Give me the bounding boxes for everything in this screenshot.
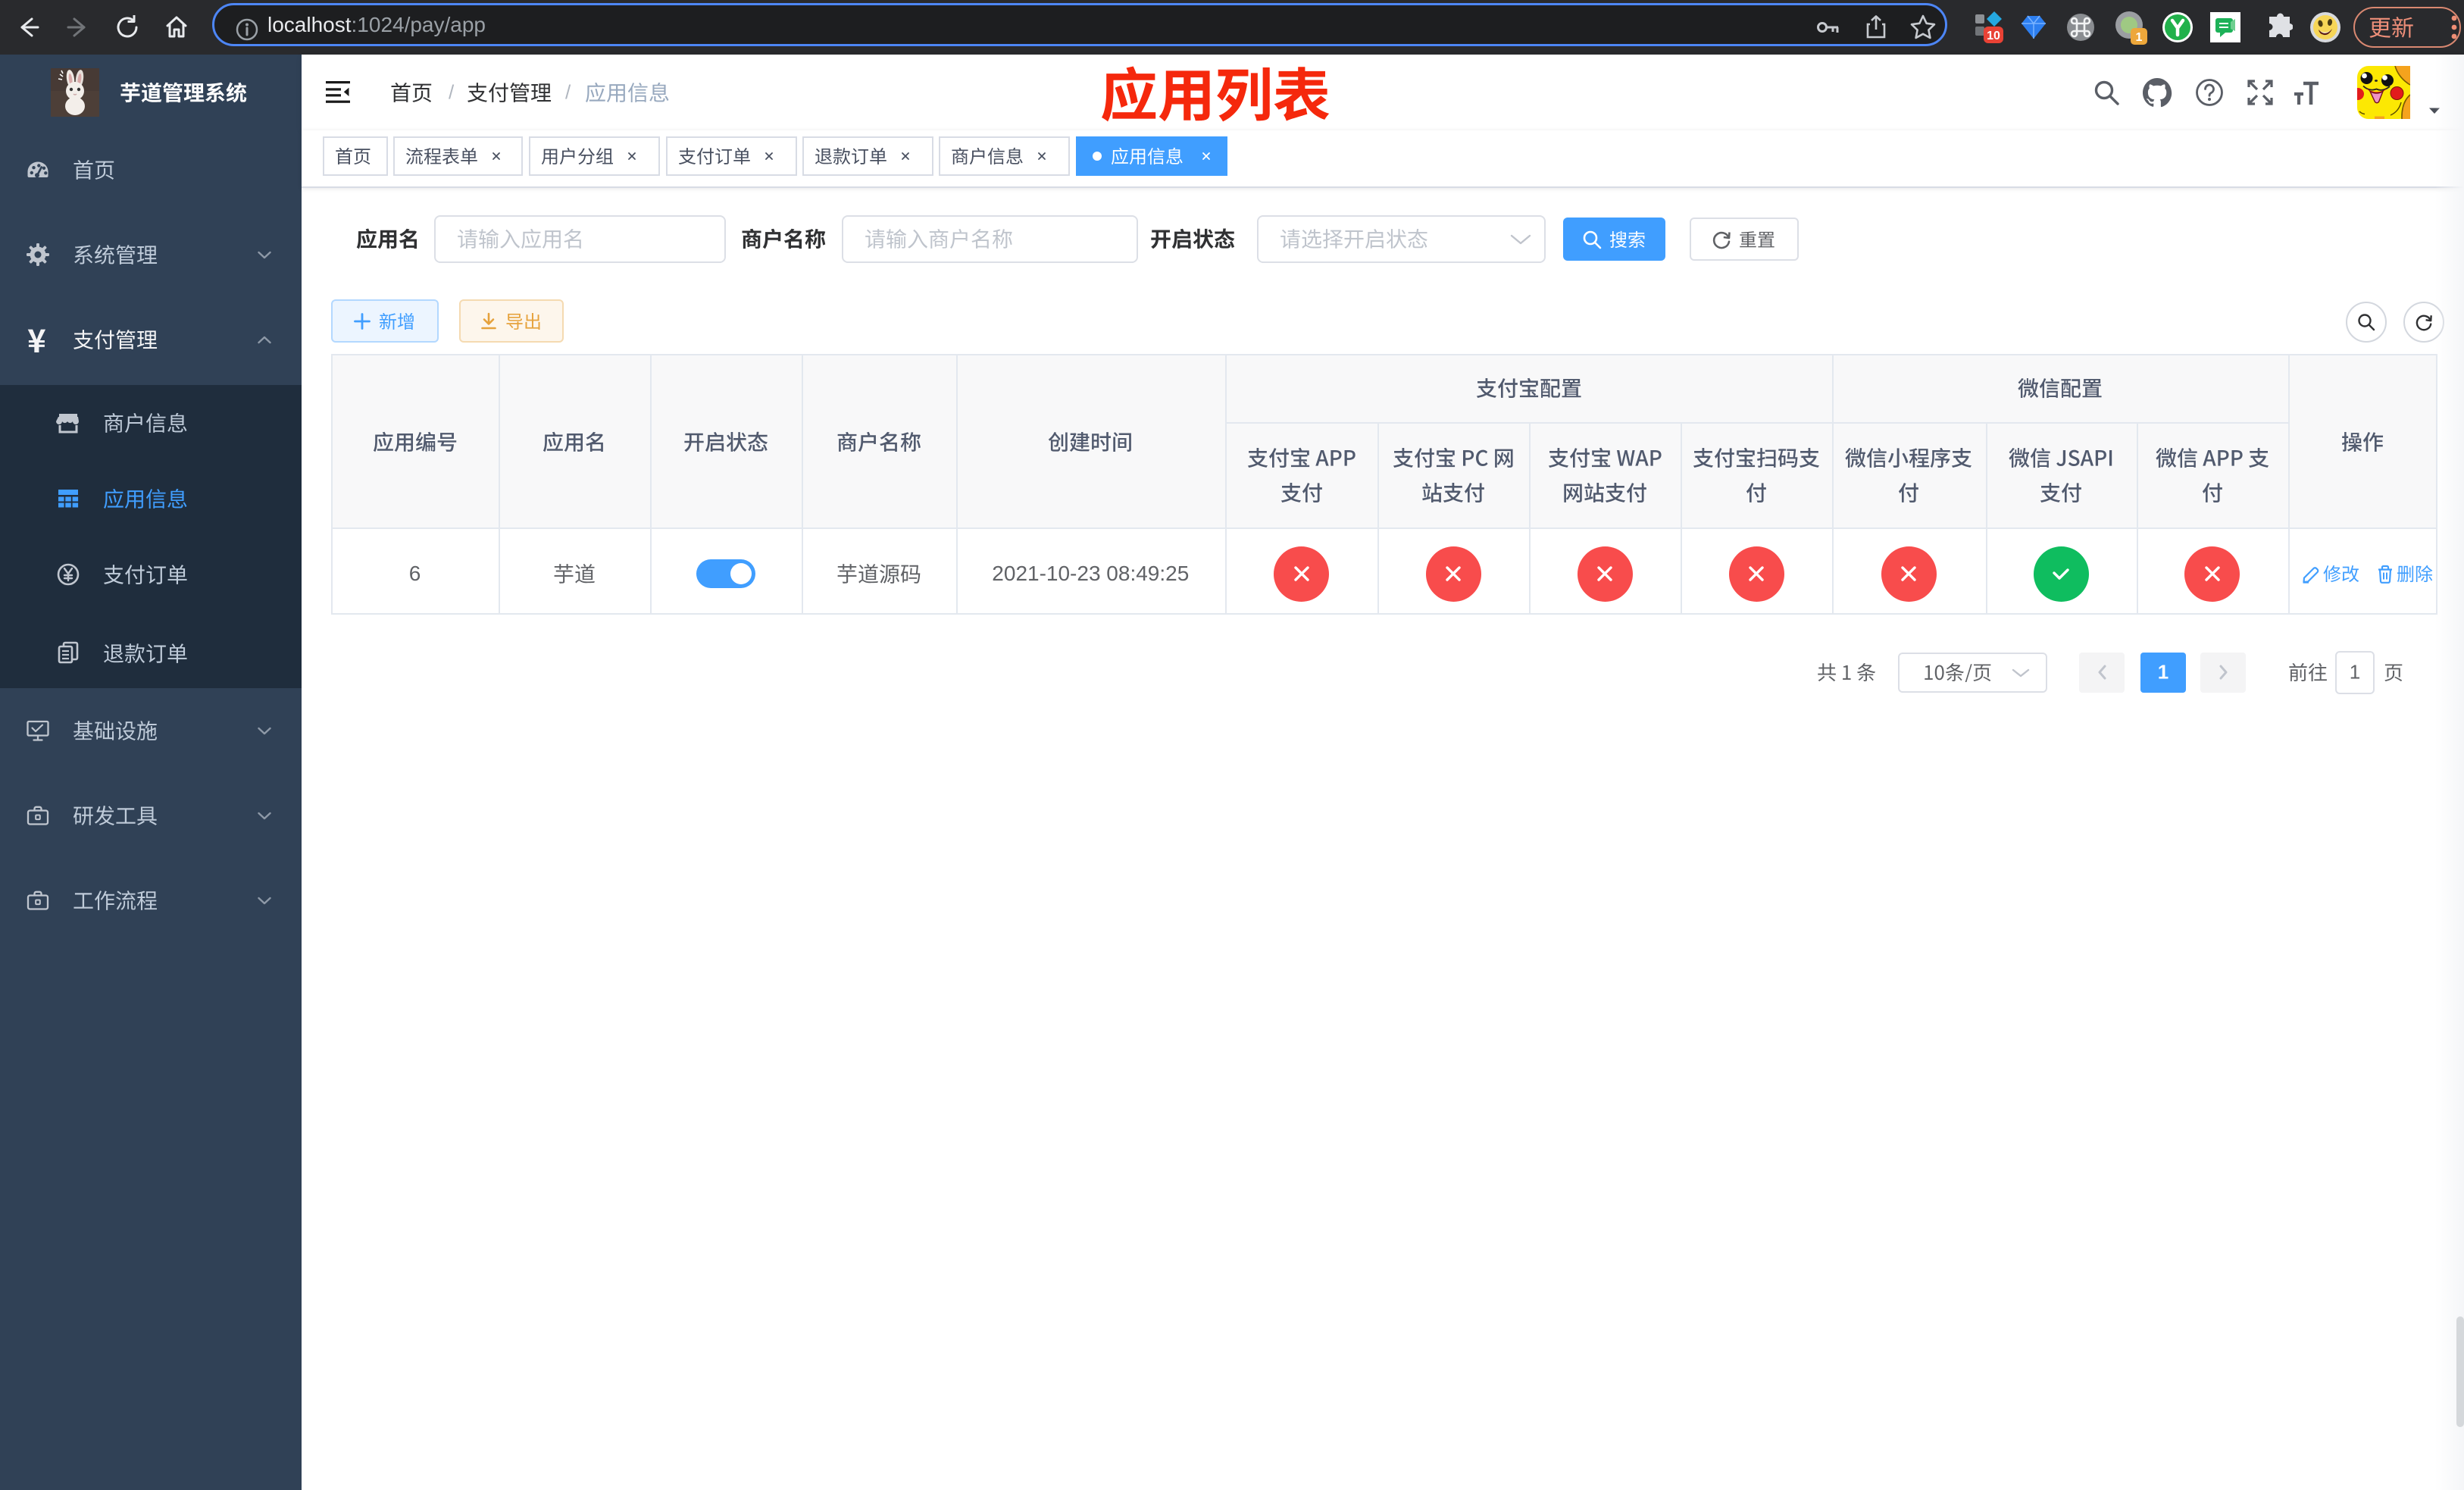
svg-text:10: 10 [1987,30,2000,42]
svg-text:1: 1 [2136,31,2143,44]
